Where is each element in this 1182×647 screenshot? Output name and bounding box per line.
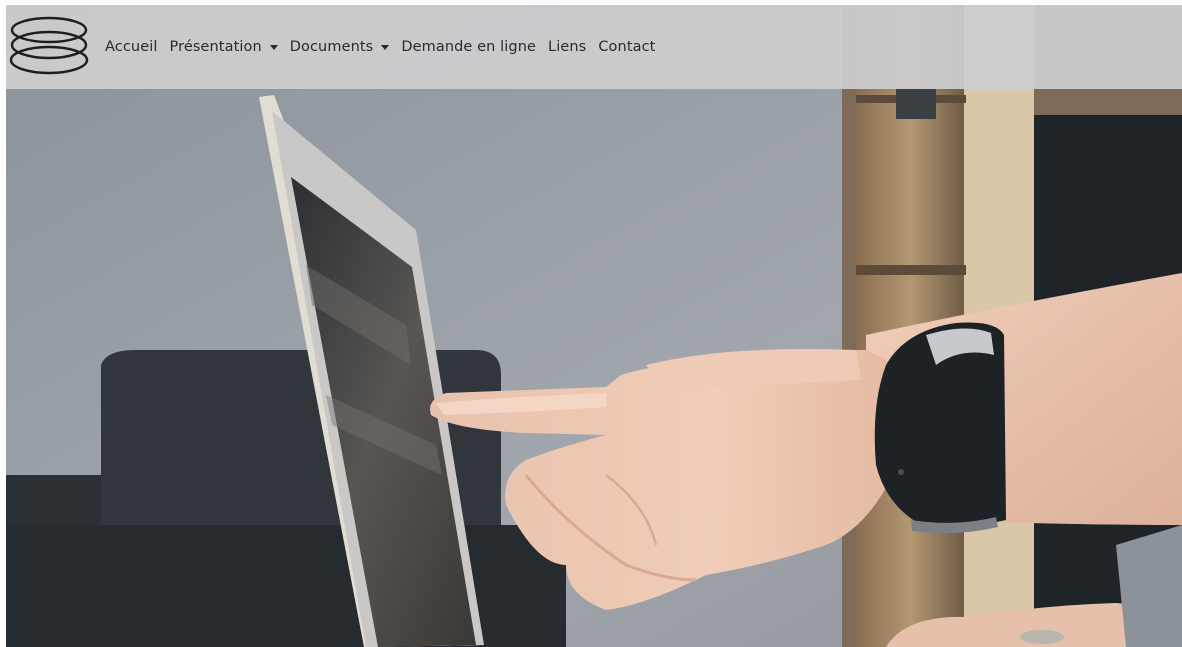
nav-item-demande-en-ligne[interactable]: Demande en ligne (401, 39, 536, 55)
nav-item-label: Demande en ligne (401, 39, 537, 55)
main-nav: Accueil Présentation Documents Demande e… (105, 39, 655, 55)
nav-item-accueil[interactable]: Accueil (105, 39, 157, 55)
nav-item-label: Documents (289, 39, 374, 55)
caret-down-icon (269, 44, 278, 50)
nav-item-documents[interactable]: Documents (290, 39, 390, 55)
nav-item-liens[interactable]: Liens (548, 39, 586, 55)
nav-item-label: Contact (598, 39, 656, 55)
navbar: Accueil Présentation Documents Demande e… (6, 5, 1182, 89)
nav-item-contact[interactable]: Contact (598, 39, 655, 55)
nav-item-presentation[interactable]: Présentation (169, 39, 278, 55)
page-frame: Accueil Présentation Documents Demande e… (6, 5, 1182, 647)
nav-item-label: Accueil (105, 39, 158, 55)
caret-down-icon (381, 44, 390, 50)
hero-image (6, 5, 1182, 647)
nav-item-label: Liens (548, 39, 587, 55)
stacked-rings-logo[interactable] (8, 12, 90, 82)
nav-item-label: Présentation (169, 39, 262, 55)
